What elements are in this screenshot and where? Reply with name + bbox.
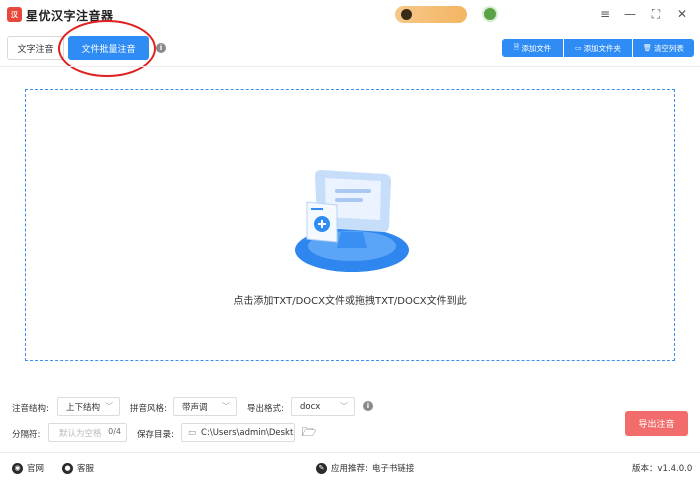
minimize-button[interactable]: — xyxy=(622,6,638,22)
separator-char-count: 0/4 xyxy=(108,427,121,436)
pinyin-style-select[interactable]: 带声调 ﹀ xyxy=(173,397,237,416)
export-format-select[interactable]: docx ﹀ xyxy=(291,397,355,416)
folder-icon: ▭ xyxy=(574,44,582,52)
clear-list-label: 清空列表 xyxy=(653,43,684,53)
pinyin-style-value: 带声调 xyxy=(182,402,208,413)
avatar[interactable] xyxy=(482,6,498,22)
structure-value: 上下结构 xyxy=(66,402,101,413)
browse-folder-icon[interactable]: 🗁 xyxy=(301,424,317,440)
save-dir-value: C:\Users\admin\Deskto xyxy=(201,427,295,438)
maximize-button[interactable]: ⛶ xyxy=(648,6,664,22)
separator-placeholder: 默认为空格 xyxy=(59,428,102,439)
footer-divider xyxy=(0,452,700,453)
promo-badge[interactable] xyxy=(395,6,467,23)
clear-list-button[interactable]: 🗑 清空列表 xyxy=(633,39,694,57)
version-text: 版本：v1.4.0.0 xyxy=(632,464,693,474)
pinyin-style-label: 拼音风格: xyxy=(130,404,167,414)
structure-select[interactable]: 上下结构 ﹀ xyxy=(57,397,120,416)
save-dir-label: 保存目录: xyxy=(137,430,174,440)
separator-label: 分隔符: xyxy=(12,430,41,440)
add-file-button[interactable]: 🗎 添加文件 xyxy=(502,39,563,57)
website-link[interactable]: ◉ 官网 xyxy=(12,462,44,474)
chevron-down-icon: ﹀ xyxy=(105,402,113,411)
chevron-down-icon: ﹀ xyxy=(340,402,348,411)
export-format-value: docx xyxy=(300,401,321,412)
info-icon[interactable]: i xyxy=(156,43,166,53)
file-icon: 🗎 xyxy=(513,42,520,51)
export-button[interactable]: 导出注音 xyxy=(625,411,688,436)
add-folder-label: 添加文件夹 xyxy=(583,43,622,53)
close-button[interactable]: ✕ xyxy=(674,6,690,22)
recommend-icon: ✎ xyxy=(316,462,327,474)
menu-icon[interactable]: ≡ xyxy=(597,6,613,22)
website-label: 官网 xyxy=(27,464,45,474)
support-link[interactable]: ● 客服 xyxy=(62,462,94,474)
chevron-down-icon: ﹀ xyxy=(222,402,230,411)
app-logo-icon: 汉 xyxy=(7,7,22,22)
app-recommend[interactable]: ✎ 应用推荐: 电子书链接 xyxy=(316,462,414,474)
format-info-icon[interactable]: i xyxy=(363,401,373,411)
add-file-label: 添加文件 xyxy=(521,43,552,53)
promo-icon xyxy=(401,9,412,20)
add-folder-button[interactable]: ▭ 添加文件夹 xyxy=(564,39,632,57)
recommend-label: 应用推荐: xyxy=(331,464,368,474)
highlight-ring xyxy=(58,20,156,77)
save-dir-field[interactable]: ▭ C:\Users\admin\Deskto xyxy=(181,423,295,442)
header-divider xyxy=(0,66,700,67)
user-name-placeholder[interactable] xyxy=(504,9,584,19)
chat-icon: ● xyxy=(62,462,73,474)
recommend-value[interactable]: 电子书链接 xyxy=(372,462,415,474)
structure-label: 注音结构: xyxy=(12,404,49,414)
separator-input[interactable]: 默认为空格 0/4 xyxy=(48,423,127,442)
trash-icon: 🗑 xyxy=(643,44,652,52)
tab-text-annotation[interactable]: 文字注音 xyxy=(7,36,64,60)
folder-outline-icon: ▭ xyxy=(188,427,197,438)
support-label: 客服 xyxy=(77,464,95,474)
file-drop-zone[interactable]: 点击添加TXT/DOCX文件或拖拽TXT/DOCX文件到此 xyxy=(25,89,675,361)
globe-icon: ◉ xyxy=(12,462,23,474)
computer-add-file-icon xyxy=(295,170,409,272)
drop-hint-text: 点击添加TXT/DOCX文件或拖拽TXT/DOCX文件到此 xyxy=(233,296,467,307)
export-format-label: 导出格式: xyxy=(247,404,284,414)
